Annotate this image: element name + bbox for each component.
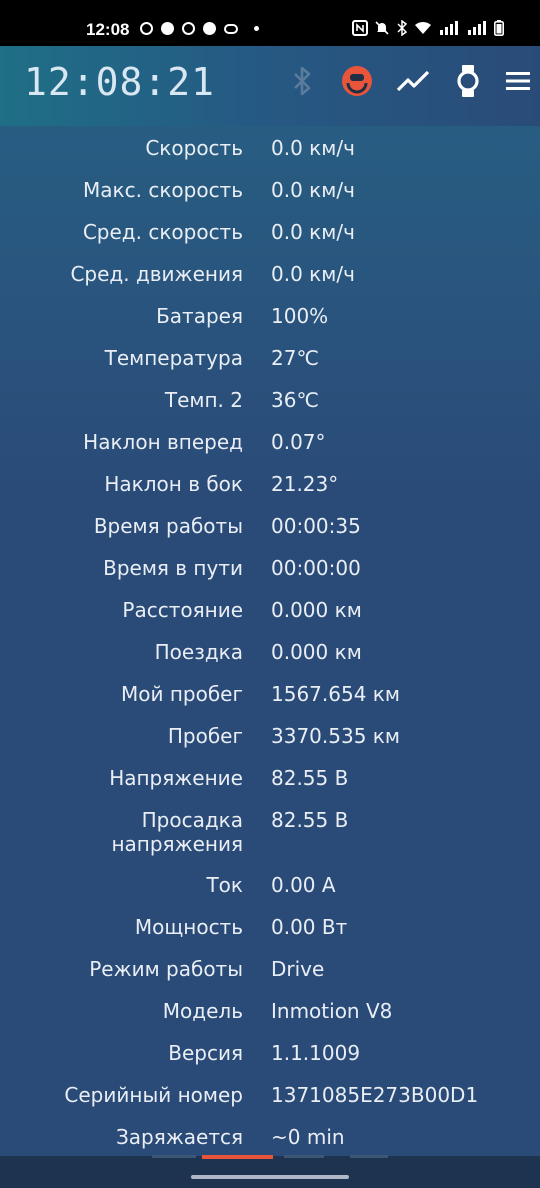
battery-icon	[494, 20, 504, 36]
row-label: Наклон в бок	[104, 472, 243, 496]
mute-icon	[375, 21, 389, 35]
row-label: Пробег	[167, 724, 243, 748]
row-value: 27℃	[271, 346, 319, 370]
row-value: 0.0 км/ч	[271, 178, 355, 202]
wheel-icon	[342, 66, 372, 96]
row-label: Напряжение	[109, 766, 243, 790]
row-label: Режим работы	[89, 957, 243, 981]
signal-icon	[468, 21, 486, 35]
bluetooth-icon	[294, 66, 311, 96]
app-icon	[203, 22, 216, 35]
row-label: Расстояние	[122, 598, 243, 622]
row-label: Заряжается	[115, 1125, 243, 1149]
row-label: Поездка	[154, 640, 243, 664]
watch-button[interactable]	[451, 64, 485, 98]
watch-icon	[457, 65, 479, 97]
facebook-icon	[161, 22, 174, 35]
threads-icon	[182, 22, 195, 35]
row-label: Просадка напряжения	[111, 808, 243, 856]
row-value: ~0 min	[271, 1125, 345, 1149]
row-value: 82.55 В	[271, 808, 349, 832]
row-label: Модель	[162, 999, 243, 1023]
row-value: 21.23°	[271, 472, 339, 496]
row-value: 1567.654 км	[271, 682, 400, 706]
row-label: Макс. скорость	[83, 178, 243, 202]
row-value: 0.000 км	[271, 640, 362, 664]
row-value: 1.1.1009	[271, 1041, 361, 1065]
bluetooth-icon	[397, 20, 408, 36]
row-label: Мой пробег	[120, 682, 243, 706]
row-label: Серийный номер	[64, 1083, 243, 1107]
menu-button[interactable]	[501, 64, 535, 98]
row-label: Сред. скорость	[82, 220, 243, 244]
row-value: 0.07°	[271, 430, 326, 454]
row-label: Ток	[206, 873, 243, 897]
row-value: 0.0 км/ч	[271, 136, 355, 160]
signal-icon	[440, 21, 458, 35]
chart-button[interactable]	[396, 64, 430, 98]
row-label: Мощность	[134, 915, 243, 939]
dot-icon	[254, 26, 259, 31]
row-label: Сред. движения	[70, 262, 243, 286]
page-indicator-active[interactable]	[202, 1155, 273, 1159]
row-value: 0.000 км	[271, 598, 362, 622]
bottom-bar	[0, 1156, 540, 1188]
notification-icons	[140, 22, 259, 35]
row-value: 0.00 А	[271, 873, 336, 897]
row-value: 0.00 Вт	[271, 915, 348, 939]
row-value: 36℃	[271, 388, 319, 412]
row-value: 3370.535 км	[271, 724, 400, 748]
row-label: Версия	[168, 1041, 243, 1065]
row-label: Температура	[104, 346, 243, 370]
row-label: Скорость	[145, 136, 243, 160]
row-label: Темп. 2	[164, 388, 243, 412]
menu-icon	[506, 72, 530, 90]
wheel-button[interactable]	[340, 64, 374, 98]
row-value: Inmotion V8	[271, 999, 393, 1023]
page-indicator[interactable]	[284, 1155, 324, 1158]
row-value: 0.0 км/ч	[271, 220, 355, 244]
row-label: Наклон вперед	[83, 430, 243, 454]
system-icons	[352, 20, 504, 36]
row-value: 00:00:35	[271, 514, 361, 538]
row-value: 1371085E273B00D1	[271, 1083, 479, 1107]
oval-icon	[224, 23, 238, 34]
status-time: 12:08	[86, 20, 130, 39]
row-value: 100%	[271, 304, 329, 328]
status-bar: 12:08	[0, 0, 540, 46]
row-value: 0.0 км/ч	[271, 262, 355, 286]
page-indicator[interactable]	[152, 1155, 196, 1158]
row-label: Время в пути	[103, 556, 243, 580]
row-value: Drive	[271, 957, 325, 981]
page-indicator[interactable]	[350, 1155, 388, 1158]
row-value: 00:00:00	[271, 556, 361, 580]
row-label: Время работы	[93, 514, 243, 538]
row-value: 82.55 В	[271, 766, 349, 790]
whatsapp-icon	[140, 22, 153, 35]
wifi-icon	[415, 21, 431, 34]
row-label: Батарея	[156, 304, 243, 328]
clock-display: 12:08:21	[24, 60, 216, 104]
chart-icon	[396, 70, 430, 92]
nfc-icon	[352, 20, 368, 36]
gesture-handle[interactable]	[191, 1175, 349, 1179]
bluetooth-button[interactable]	[285, 64, 319, 98]
